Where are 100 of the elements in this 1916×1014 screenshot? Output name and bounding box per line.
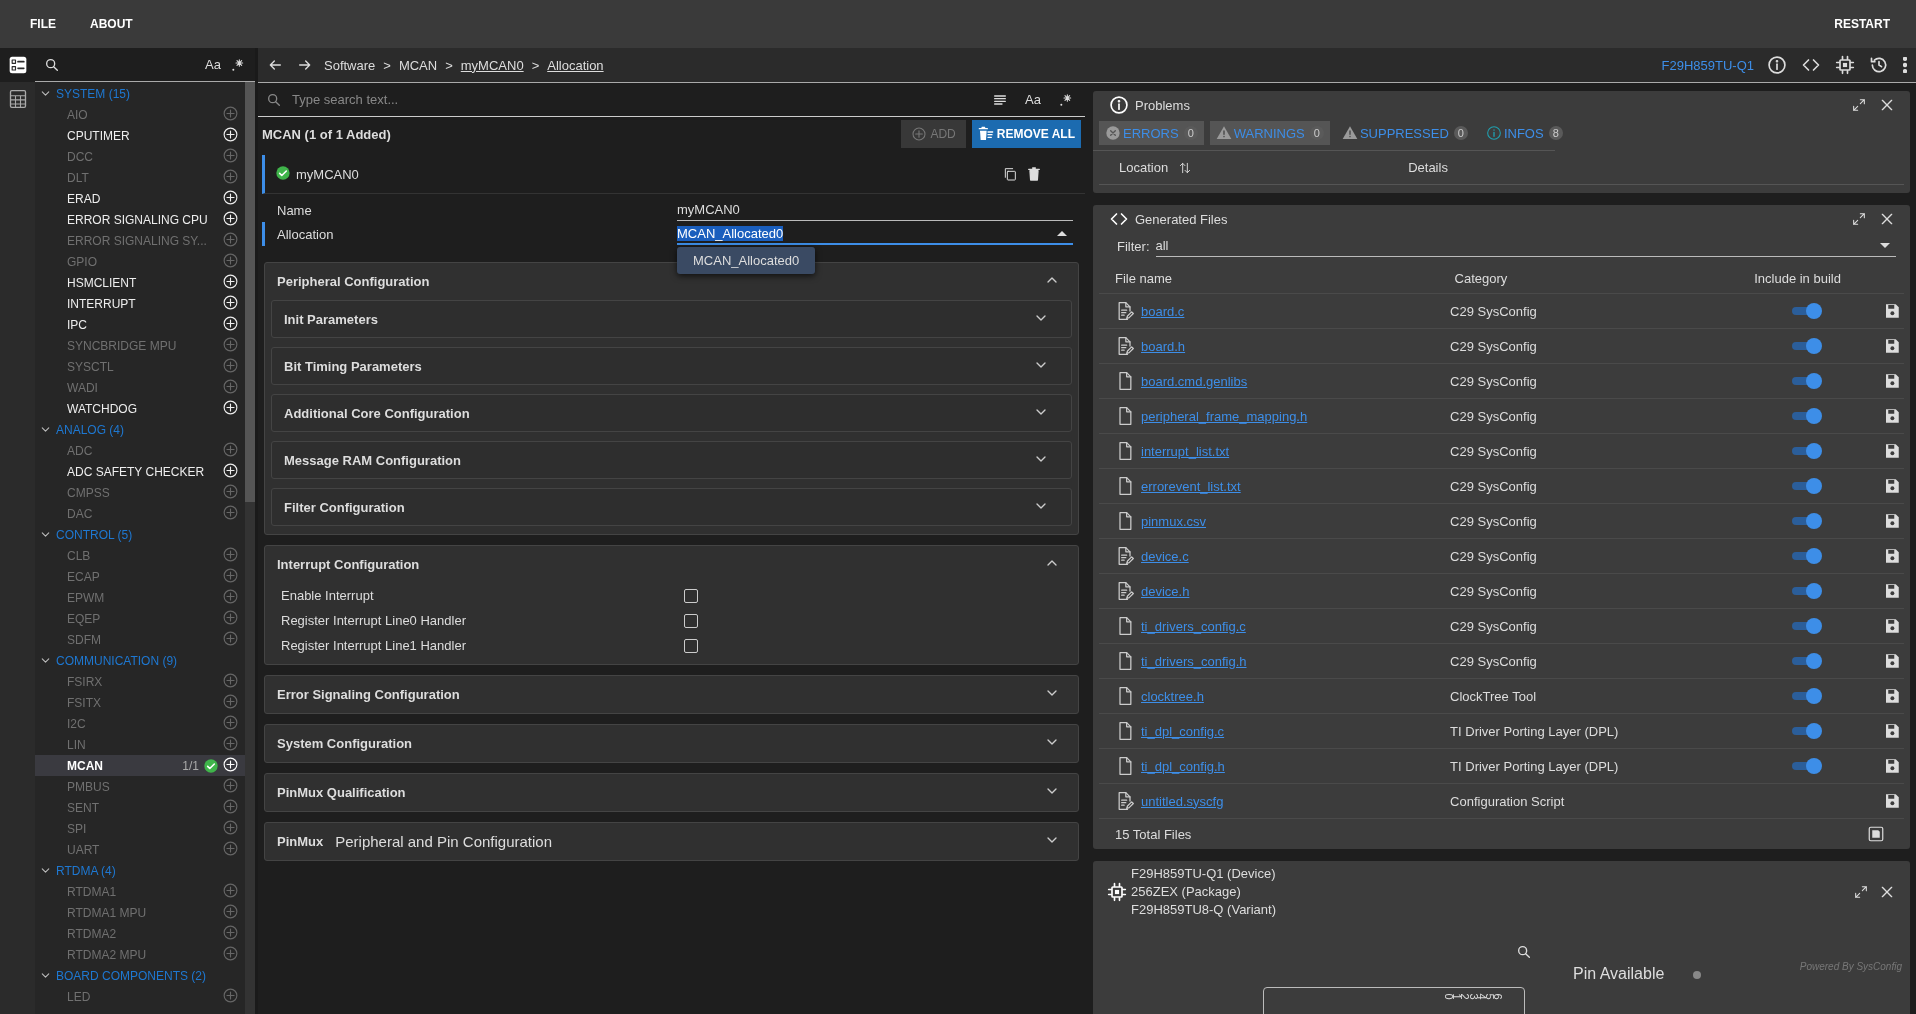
category-header[interactable]: COMMUNICATION (9) bbox=[35, 650, 245, 671]
save-icon bbox=[1883, 477, 1901, 495]
category-header[interactable]: BOARD COMPONENTS (2) bbox=[35, 965, 245, 986]
column-header[interactable]: Details bbox=[1408, 160, 1448, 175]
filter-chip[interactable]: INFOS 8 bbox=[1479, 121, 1569, 145]
field-label: Allocation bbox=[277, 226, 335, 242]
match-case-button[interactable]: Aa bbox=[199, 54, 227, 75]
plus-circle-icon bbox=[222, 734, 239, 752]
section-header[interactable]: PinMux Peripheral and Pin Configuration bbox=[265, 823, 1078, 860]
table-cell-text: C29 SysConfig bbox=[1450, 548, 1538, 564]
device-link[interactable]: F29H859TU-Q1 bbox=[1661, 57, 1754, 73]
checkbox[interactable] bbox=[684, 588, 698, 603]
subsection-header[interactable]: Init Parameters bbox=[271, 300, 1072, 338]
subsection-header[interactable]: Additional Core Configuration bbox=[271, 394, 1072, 432]
file-link[interactable]: errorevent_list.txt bbox=[1141, 478, 1241, 494]
more-button[interactable] bbox=[1900, 54, 1910, 76]
peripheral-item[interactable]: INTERRUPT bbox=[35, 293, 245, 314]
file-link[interactable]: board.cmd.genlibs bbox=[1141, 373, 1248, 389]
peripheral-item[interactable]: IPC bbox=[35, 314, 245, 335]
category-header[interactable]: ANALOG (4) bbox=[35, 419, 245, 440]
peripheral-item[interactable]: HSMCLIENT bbox=[35, 272, 245, 293]
save-icon bbox=[1883, 722, 1901, 740]
filter-select[interactable]: all bbox=[1155, 235, 1896, 257]
breadcrumb-item[interactable]: Software bbox=[324, 57, 376, 73]
category-header[interactable]: SYSTEM (15) bbox=[35, 83, 245, 104]
peripheral-item[interactable]: CPUTIMER bbox=[35, 125, 245, 146]
breadcrumb-link[interactable]: Allocation bbox=[547, 57, 604, 73]
filter-chip[interactable]: WARNINGS 0 bbox=[1209, 121, 1330, 145]
remove-all-button[interactable]: REMOVE ALL bbox=[971, 120, 1081, 148]
file-link[interactable]: clocktree.h bbox=[1141, 688, 1204, 704]
match-case-button[interactable]: Aa bbox=[1019, 89, 1047, 110]
peripheral-item[interactable]: ADC SAFETY CHECKER bbox=[35, 461, 245, 482]
dropdown-option[interactable]: MCAN_Allocated0 bbox=[677, 247, 816, 274]
trash-icon bbox=[1026, 166, 1042, 182]
asterisk-icon bbox=[1058, 91, 1074, 108]
filter-chip[interactable]: SUPPRESSED 0 bbox=[1335, 121, 1474, 145]
filter-chip[interactable]: ERRORS 0 bbox=[1099, 121, 1204, 145]
search-field[interactable]: Type search text... bbox=[290, 91, 982, 108]
peripheral-item[interactable]: ERROR SIGNALING CPU bbox=[35, 209, 245, 230]
section-header[interactable]: PinMux Qualification bbox=[265, 774, 1078, 811]
search-icon bbox=[44, 56, 60, 73]
section-header[interactable]: Interrupt Configuration bbox=[265, 546, 1078, 583]
file-link[interactable]: device.c bbox=[1141, 548, 1189, 564]
section-header[interactable]: System Configuration bbox=[265, 725, 1078, 762]
plus-circle-icon bbox=[222, 713, 239, 731]
caret-icon bbox=[1880, 243, 1890, 248]
plus-circle-icon bbox=[222, 503, 239, 521]
file-link[interactable]: interrupt_list.txt bbox=[1141, 443, 1230, 459]
file-link[interactable]: pinmux.csv bbox=[1141, 513, 1207, 529]
save-icon bbox=[1883, 547, 1901, 565]
column-header[interactable]: Location bbox=[1119, 160, 1169, 175]
file-link[interactable]: ti_drivers_config.c bbox=[1141, 618, 1246, 634]
column-header: Category bbox=[1454, 270, 1509, 286]
instance-row[interactable]: myMCAN0 bbox=[262, 155, 1085, 194]
file-link[interactable]: peripheral_frame_mapping.h bbox=[1141, 408, 1308, 424]
category-header[interactable]: CONTROL (5) bbox=[35, 524, 245, 545]
save-icon bbox=[1883, 442, 1901, 460]
count-badge: 8 bbox=[1548, 126, 1563, 140]
file-link[interactable]: board.c bbox=[1141, 303, 1185, 319]
file-link[interactable]: ti_drivers_config.h bbox=[1141, 653, 1247, 669]
file-link[interactable]: board.h bbox=[1141, 338, 1186, 354]
option-label: Register Interrupt Line1 Handler bbox=[281, 638, 467, 653]
table-cell-text: C29 SysConfig bbox=[1450, 338, 1538, 354]
save-icon bbox=[1883, 582, 1901, 600]
close-icon bbox=[1879, 97, 1895, 113]
menu-button[interactable]: RESTART bbox=[1822, 11, 1902, 37]
breadcrumb-item[interactable]: MCAN bbox=[398, 57, 438, 73]
device-info: F29H859TU8-Q (Variant) bbox=[1131, 901, 1276, 919]
warning-icon bbox=[1341, 125, 1358, 141]
checkbox[interactable] bbox=[684, 638, 698, 653]
list-view-button[interactable] bbox=[0, 48, 35, 82]
powered-by-label: Powered By SysConfig bbox=[1799, 961, 1902, 972]
input-field[interactable]: myMCAN0 bbox=[677, 199, 1073, 221]
expand-icon bbox=[1853, 884, 1869, 900]
breadcrumb-link[interactable]: myMCAN0 bbox=[460, 57, 524, 73]
plus-circle-icon bbox=[222, 230, 239, 248]
peripheral-item[interactable]: WATCHDOG bbox=[35, 398, 245, 419]
select-field[interactable]: MCAN_Allocated0 bbox=[677, 223, 1073, 245]
file-link[interactable]: device.h bbox=[1141, 583, 1190, 599]
subsection-header[interactable]: Message RAM Configuration bbox=[271, 441, 1072, 479]
menu-button[interactable]: ABOUT bbox=[78, 11, 145, 37]
category-header[interactable]: RTDMA (4) bbox=[35, 860, 245, 881]
subsection-header[interactable]: Bit Timing Parameters bbox=[271, 347, 1072, 385]
section-header[interactable]: Error Signaling Configuration bbox=[265, 676, 1078, 713]
subsection-header[interactable]: Filter Configuration bbox=[271, 488, 1072, 526]
peripheral-item[interactable]: MCAN 1/1 bbox=[35, 755, 245, 776]
file-link[interactable]: untitled.syscfg bbox=[1141, 793, 1224, 809]
plus-circle-icon bbox=[222, 545, 239, 563]
checkbox[interactable] bbox=[684, 613, 698, 628]
scrollbar[interactable] bbox=[245, 82, 255, 1014]
peripheral-item[interactable]: ERAD bbox=[35, 188, 245, 209]
plus-circle-icon bbox=[222, 902, 239, 920]
menu-button[interactable]: FILE bbox=[18, 11, 68, 37]
plus-circle-icon bbox=[222, 377, 239, 395]
copy-icon bbox=[1002, 166, 1018, 182]
table-cell-text: TI Driver Porting Layer (DPL) bbox=[1450, 723, 1620, 739]
file-link[interactable]: ti_dpl_config.c bbox=[1141, 723, 1225, 739]
instance-count: 1/1 bbox=[182, 758, 199, 773]
pin-diagram: 0 1 2 3 4 5 6 bbox=[1263, 987, 1525, 1014]
file-link[interactable]: ti_dpl_config.h bbox=[1141, 758, 1225, 774]
